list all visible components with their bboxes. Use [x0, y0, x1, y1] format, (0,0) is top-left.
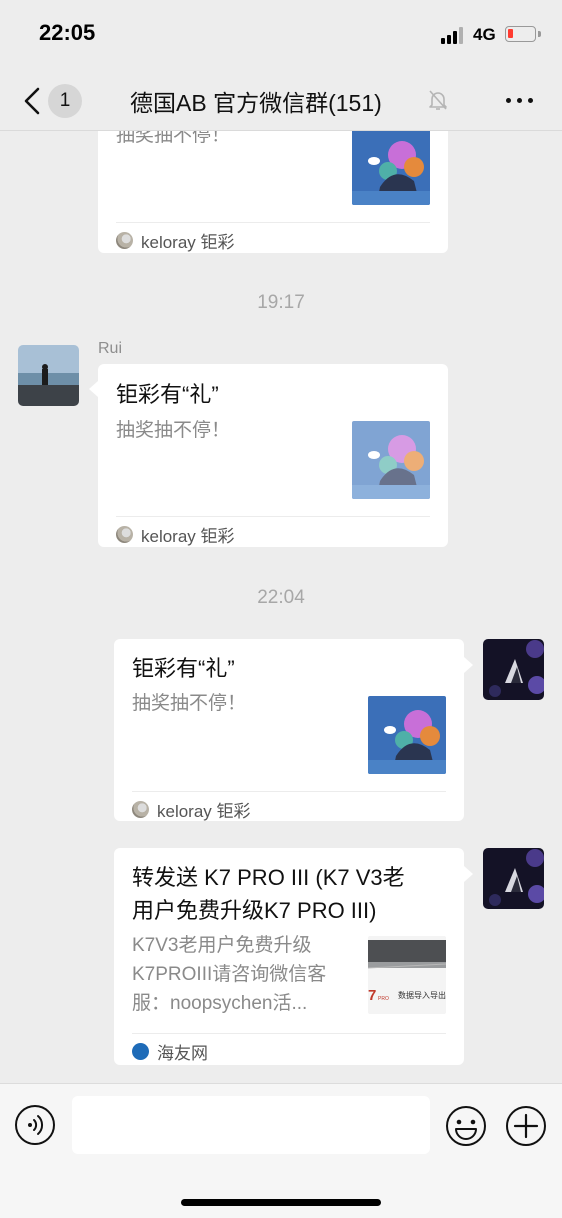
chevron-left-icon — [24, 87, 40, 115]
time-divider: 19:17 — [257, 292, 305, 313]
svg-text:PRO: PRO — [378, 996, 389, 1002]
keloray-logo-icon — [132, 801, 149, 818]
my-avatar[interactable] — [483, 639, 544, 700]
add-attachment-icon[interactable] — [504, 1104, 548, 1148]
chat-header: 1 德国AB 官方微信群(151) — [0, 70, 562, 131]
keloray-logo-icon — [116, 232, 133, 249]
battery-cap — [538, 31, 541, 37]
card-divider — [116, 222, 430, 223]
card-source: keloray 钜彩 — [132, 797, 251, 822]
card-description: 抽奖抽不停！ — [116, 131, 231, 146]
more-options-button[interactable] — [504, 96, 536, 106]
card-source: keloray 钜彩 — [116, 522, 235, 547]
chat-title[interactable]: 德国AB 官方微信群(151) — [130, 84, 382, 118]
battery-icon — [505, 26, 536, 42]
card-description-line-2: K7PROIII请咨询微信客 — [132, 964, 327, 985]
card-source: 海友网 — [132, 1039, 208, 1064]
status-bar: 22:05 4G — [0, 0, 562, 70]
keloray-logo-icon — [116, 526, 133, 543]
card-title-line-2: 用户免费升级K7 PRO III) — [132, 898, 377, 923]
card-divider — [132, 791, 446, 792]
bubble-tail — [464, 657, 473, 673]
time-divider: 22:04 — [257, 587, 305, 608]
card-description: 抽奖抽不停！ — [116, 420, 231, 441]
card-description-line-1: K7V3老用户免费升级 — [132, 935, 312, 956]
card-source: keloray 钜彩 — [116, 228, 235, 253]
bubble-tail — [89, 381, 98, 397]
card-divider — [132, 1033, 446, 1034]
message-input[interactable] — [72, 1096, 430, 1154]
card-title-line-1: 转发送 K7 PRO III (K7 V3老 — [132, 865, 405, 890]
link-card-message[interactable]: 抽奖抽不停！ keloray 钜彩 — [98, 131, 448, 253]
signal-strength-icon — [441, 26, 467, 44]
card-thumbnail: 7 PRO 数据导入导出 — [368, 936, 446, 1014]
source-name: keloray 钜彩 — [157, 802, 251, 821]
message-list[interactable]: 抽奖抽不停！ keloray 钜彩 19:17 Rui 钜彩有“礼” 抽奖抽不停… — [0, 131, 562, 1083]
source-name: keloray 钜彩 — [141, 233, 235, 252]
network-type: 4G — [473, 25, 496, 44]
source-name: keloray 钜彩 — [141, 527, 235, 546]
bubble-tail — [464, 866, 473, 882]
source-name: 海友网 — [157, 1044, 208, 1063]
avatar[interactable] — [18, 345, 79, 406]
card-thumbnail — [352, 131, 430, 205]
muted-bell-icon — [429, 90, 447, 110]
unread-count-badge: 1 — [48, 84, 82, 118]
input-bar — [0, 1083, 562, 1218]
card-description-line-3: 服：noopsychen活... — [132, 993, 308, 1014]
voice-input-button[interactable] — [14, 1104, 56, 1146]
card-divider — [116, 516, 430, 517]
card-title: 钜彩有“礼” — [116, 382, 219, 407]
svg-text:7: 7 — [368, 987, 376, 1004]
link-card-message[interactable]: 钜彩有“礼” 抽奖抽不停！ keloray 钜彩 — [98, 364, 448, 547]
back-button[interactable]: 1 — [18, 82, 90, 120]
link-card-message[interactable]: 转发送 K7 PRO III (K7 V3老 用户免费升级K7 PRO III)… — [114, 848, 464, 1065]
card-title: 钜彩有“礼” — [132, 656, 235, 681]
card-description: 抽奖抽不停！ — [132, 693, 247, 714]
haiyou-logo-icon — [132, 1043, 149, 1060]
card-thumbnail — [352, 421, 430, 499]
status-time: 22:05 — [39, 20, 96, 45]
my-avatar[interactable] — [483, 848, 544, 909]
sender-name: Rui — [98, 340, 123, 357]
card-thumbnail — [368, 696, 446, 774]
emoji-icon[interactable] — [444, 1104, 488, 1148]
thumbnail-caption: 数据导入导出 — [398, 991, 446, 1000]
home-indicator[interactable] — [181, 1199, 381, 1206]
link-card-message[interactable]: 钜彩有“礼” 抽奖抽不停！ keloray 钜彩 — [114, 639, 464, 821]
